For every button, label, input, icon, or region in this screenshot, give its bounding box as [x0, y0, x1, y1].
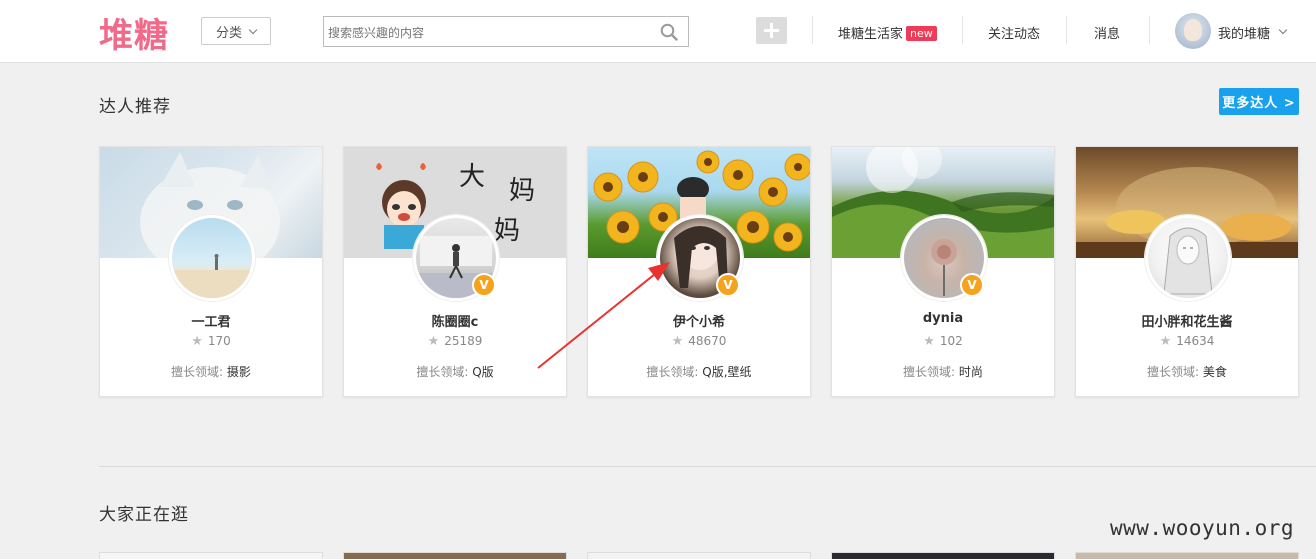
expert-card[interactable]: 大 妈 妈 V 陈圈圈c ★ 25189 擅长领域: Q版 [343, 146, 567, 397]
search-input[interactable] [328, 23, 648, 43]
expert-name[interactable]: dynia [832, 311, 1054, 326]
section-divider [99, 466, 1316, 467]
field-value: 时尚 [958, 365, 983, 379]
field-label: 擅长领域: [646, 365, 699, 379]
verified-badge-icon: V [472, 273, 496, 297]
browse-card[interactable] [587, 552, 811, 559]
expert-card[interactable]: V 伊个小希 ★ 48670 擅长领域: Q版,壁纸 [587, 146, 811, 397]
category-dropdown[interactable]: 分类 [201, 17, 271, 45]
star-icon: ★ [427, 334, 440, 349]
svg-text:大: 大 [459, 162, 485, 192]
svg-text:妈: 妈 [509, 176, 535, 206]
field-value: Q版,壁纸 [702, 365, 752, 379]
browse-card[interactable] [99, 552, 323, 559]
browsing-section-title: 大家正在逛 [99, 505, 189, 525]
nav-my-link[interactable]: 我的堆糖 [1218, 23, 1270, 42]
field-value: Q版 [472, 365, 494, 379]
category-label: 分类 [215, 25, 242, 41]
nav-life-link[interactable]: 堆糖生活家 new [838, 23, 937, 42]
expert-field: 擅长领域: Q版 [344, 363, 566, 380]
expert-stars: ★ 102 [832, 334, 1054, 349]
chevron-down-icon [248, 25, 258, 34]
svg-text:妈: 妈 [494, 216, 520, 246]
field-value: 摄影 [226, 365, 251, 379]
expert-avatar[interactable] [169, 215, 255, 301]
star-count: 48670 [688, 334, 727, 348]
chevron-down-icon[interactable] [1278, 25, 1288, 35]
field-label: 擅长领域: [171, 365, 224, 379]
expert-field: 擅长领域: 时尚 [832, 363, 1054, 380]
star-icon: ★ [923, 334, 935, 349]
top-header: 堆糖 分类 堆糖生活家new 关注动态 消息 我的堆糖 [0, 0, 1316, 63]
browse-card[interactable] [343, 552, 567, 559]
expert-card[interactable]: 田小胖和花生酱 ★ 14634 擅长领域: 美食 [1075, 146, 1299, 397]
expert-avatar[interactable] [1145, 215, 1231, 301]
field-label: 擅长领域: [1147, 365, 1200, 379]
more-experts-button[interactable]: 更多达人 > [1219, 88, 1299, 115]
star-icon: ★ [191, 334, 203, 349]
star-count: 102 [939, 334, 963, 348]
expert-field: 擅长领域: Q版,壁纸 [588, 363, 810, 380]
expert-name[interactable]: 陈圈圈c [344, 311, 566, 330]
verified-badge-icon: V [716, 273, 740, 297]
expert-stars: ★ 25189 [344, 334, 566, 349]
upload-plus-button[interactable] [756, 17, 787, 44]
search-icon[interactable] [660, 23, 678, 41]
star-icon: ★ [671, 334, 684, 349]
expert-card[interactable]: V dynia ★ 102 擅长领域: 时尚 [831, 146, 1055, 397]
expert-card[interactable]: 一工君 ★ 170 擅长领域: 摄影 [99, 146, 323, 397]
star-count: 14634 [1176, 334, 1215, 348]
site-logo[interactable]: 堆糖 [99, 8, 169, 57]
expert-stars: ★ 14634 [1076, 334, 1298, 349]
field-label: 擅长领域: [416, 365, 469, 379]
expert-name[interactable]: 田小胖和花生酱 [1076, 311, 1298, 330]
browse-card[interactable] [831, 552, 1055, 559]
expert-name[interactable]: 伊个小希 [588, 311, 810, 330]
star-count: 170 [207, 334, 231, 348]
new-badge: new [906, 26, 937, 41]
nav-life-label: 堆糖生活家 [838, 27, 904, 42]
nav-messages-link[interactable]: 消息 [1094, 23, 1120, 42]
field-label: 擅长领域: [903, 365, 956, 379]
recommend-section-title: 达人推荐 [99, 97, 171, 117]
search-box [323, 16, 689, 47]
expert-name[interactable]: 一工君 [100, 311, 322, 330]
nav-divider [1066, 16, 1067, 44]
nav-divider [1149, 16, 1150, 44]
nav-follow-link[interactable]: 关注动态 [988, 23, 1040, 42]
expert-stars: ★ 48670 [588, 334, 810, 349]
user-avatar[interactable] [1175, 13, 1211, 49]
nav-divider [812, 16, 813, 44]
watermark: www.wooyun.org [1110, 516, 1295, 540]
expert-stars: ★ 170 [100, 334, 322, 349]
expert-field: 擅长领域: 摄影 [100, 363, 322, 380]
nav-divider [962, 16, 963, 44]
star-count: 25189 [444, 334, 483, 348]
star-icon: ★ [1159, 334, 1172, 349]
field-value: 美食 [1202, 365, 1227, 379]
verified-badge-icon: V [960, 273, 984, 297]
browse-card[interactable] [1075, 552, 1299, 559]
expert-field: 擅长领域: 美食 [1076, 363, 1298, 380]
